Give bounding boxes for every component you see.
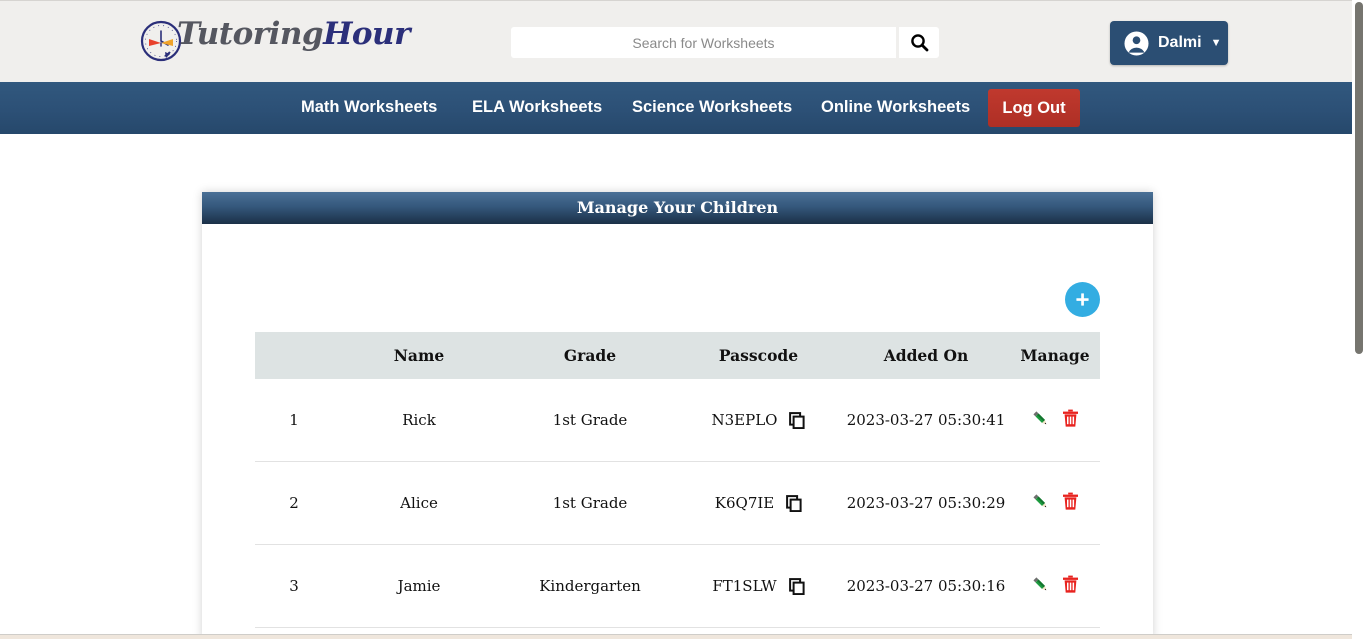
vertical-scrollbar[interactable]	[1352, 0, 1366, 639]
copy-icon[interactable]	[786, 494, 802, 512]
cell-added-on: 2023-03-27 05:30:41	[842, 379, 1010, 462]
column-header-grade: Grade	[505, 332, 675, 379]
table-row: 3 Jamie Kindergarten FT1SLW 2023-03-27 05:30…	[255, 544, 1100, 628]
table-header-row: Name Grade Passcode Added On Manage	[255, 332, 1100, 379]
logout-button[interactable]: Log Out	[988, 89, 1080, 127]
cell-name: Jamie	[333, 544, 505, 628]
cell-index: 3	[255, 544, 333, 628]
manage-children-panel: Manage Your Children Name Grade Passcode…	[202, 192, 1153, 639]
cell-manage	[1010, 461, 1100, 545]
logo-wordmark: TutoringHour	[177, 16, 410, 52]
column-header-manage: Manage	[1010, 332, 1100, 379]
scrollbar-thumb[interactable]	[1355, 2, 1363, 354]
pencil-icon[interactable]	[1031, 575, 1050, 594]
nav-item-ela-worksheets[interactable]: ELA Worksheets	[472, 98, 602, 117]
cell-index: 2	[255, 461, 333, 545]
cell-name: Rick	[333, 379, 505, 462]
children-table: Name Grade Passcode Added On Manage 1 Ric…	[255, 332, 1100, 639]
cell-passcode: N3EPLO	[675, 379, 842, 462]
logo-text-tutoring: Tutoring	[177, 16, 324, 52]
cell-grade: 1st Grade	[505, 461, 675, 545]
table-body: 1 Rick 1st Grade N3EPLO 2023-03-27 05:30:41 2…	[255, 379, 1100, 639]
main-navigation: Math Worksheets ELA Worksheets Science W…	[0, 82, 1352, 134]
column-header-index	[255, 332, 333, 379]
cell-name: Alice	[333, 461, 505, 545]
nav-item-online-worksheets[interactable]: Online Worksheets	[821, 98, 970, 117]
cell-passcode: FT1SLW	[675, 544, 842, 628]
cell-grade: Kindergarten	[505, 544, 675, 628]
nav-item-math-worksheets[interactable]: Math Worksheets	[301, 98, 437, 117]
copy-icon[interactable]	[788, 577, 805, 595]
search-bar	[511, 27, 939, 58]
page-bottom-strip	[0, 634, 1352, 639]
passcode-value: K6Q7IE	[714, 494, 775, 512]
column-header-name: Name	[333, 332, 505, 379]
site-logo[interactable]: TutoringHour	[139, 14, 410, 69]
user-circle-icon	[1124, 30, 1149, 56]
cell-manage	[1010, 379, 1100, 462]
search-icon	[910, 34, 928, 52]
pencil-icon[interactable]	[1031, 409, 1050, 428]
column-header-passcode: Passcode	[675, 332, 842, 379]
cell-manage	[1010, 544, 1100, 628]
chevron-down-icon: ▼	[1210, 37, 1222, 49]
nav-item-science-worksheets[interactable]: Science Worksheets	[632, 98, 792, 117]
user-name-label: Dalmi	[1158, 34, 1202, 51]
cell-added-on: 2023-03-27 05:30:29	[842, 461, 1010, 545]
copy-icon[interactable]	[789, 411, 806, 429]
search-button[interactable]	[899, 27, 939, 58]
trash-icon[interactable]	[1062, 492, 1079, 511]
search-input[interactable]	[511, 27, 896, 58]
plus-icon	[1076, 293, 1089, 306]
panel-body: Name Grade Passcode Added On Manage 1 Ric…	[202, 224, 1153, 639]
logo-text-hour: Hour	[323, 16, 410, 52]
page-title: Manage Your Children	[202, 192, 1153, 224]
column-header-added-on: Added On	[842, 332, 1010, 379]
cell-index: 1	[255, 379, 333, 462]
site-header: TutoringHour Dalmi ▼	[0, 0, 1352, 82]
cell-passcode: K6Q7IE	[675, 461, 842, 545]
passcode-value: FT1SLW	[712, 577, 777, 595]
table-row: 2 Alice 1st Grade K6Q7IE 2023-03-27 05:30:29	[255, 461, 1100, 545]
table-header: Name Grade Passcode Added On Manage	[255, 332, 1100, 379]
pencil-icon[interactable]	[1031, 492, 1050, 511]
table-row: 1 Rick 1st Grade N3EPLO 2023-03-27 05:30:41	[255, 379, 1100, 462]
passcode-value: N3EPLO	[711, 411, 778, 429]
cell-added-on: 2023-03-27 05:30:16	[842, 544, 1010, 628]
add-child-button[interactable]	[1065, 282, 1100, 317]
trash-icon[interactable]	[1062, 409, 1079, 428]
user-menu-button[interactable]: Dalmi ▼	[1110, 21, 1228, 65]
trash-icon[interactable]	[1062, 575, 1079, 594]
cell-grade: 1st Grade	[505, 379, 675, 462]
